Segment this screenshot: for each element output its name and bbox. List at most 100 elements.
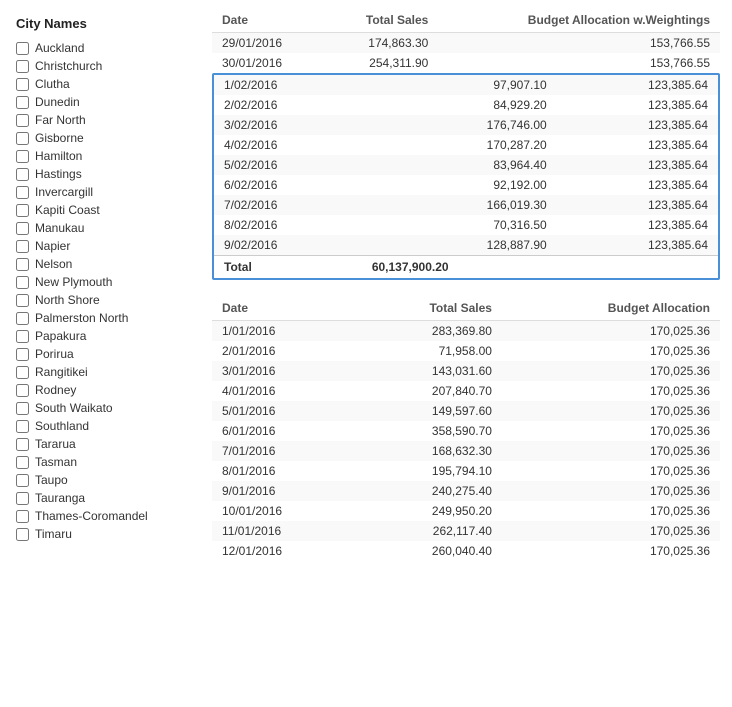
table1-cell-4-0: 5/02/2016 xyxy=(214,155,362,175)
table1-cell-6-0: 7/02/2016 xyxy=(214,195,362,215)
sidebar-label-14: North Shore xyxy=(35,293,100,307)
sidebar-checkbox-7[interactable] xyxy=(16,168,29,181)
table2-row-4: 5/01/2016149,597.60170,025.36 xyxy=(212,401,720,421)
sidebar-item-dunedin[interactable]: Dunedin xyxy=(8,93,208,111)
sidebar-checkbox-25[interactable] xyxy=(16,492,29,505)
sidebar-checkbox-27[interactable] xyxy=(16,528,29,541)
table2-cell-5-0: 6/01/2016 xyxy=(212,421,355,441)
sidebar-item-north-shore[interactable]: North Shore xyxy=(8,291,208,309)
sidebar-label-8: Invercargill xyxy=(35,185,93,199)
table2-row-6: 7/01/2016168,632.30170,025.36 xyxy=(212,441,720,461)
table2-header-budget: Budget Allocation xyxy=(502,296,720,321)
sidebar-checkbox-14[interactable] xyxy=(16,294,29,307)
sidebar-item-kapiti-coast[interactable]: Kapiti Coast xyxy=(8,201,208,219)
table2-cell-3-1: 207,840.70 xyxy=(355,381,502,401)
sidebar-checkbox-13[interactable] xyxy=(16,276,29,289)
sidebar-checkbox-18[interactable] xyxy=(16,366,29,379)
table2-cell-7-2: 170,025.36 xyxy=(502,461,720,481)
main-container: City Names AucklandChristchurchCluthaDun… xyxy=(0,0,732,707)
sidebar-item-taupo[interactable]: Taupo xyxy=(8,471,208,489)
table2-cell-1-2: 170,025.36 xyxy=(502,341,720,361)
sidebar-item-gisborne[interactable]: Gisborne xyxy=(8,129,208,147)
sidebar-label-10: Manukau xyxy=(35,221,84,235)
sidebar-label-13: New Plymouth xyxy=(35,275,112,289)
sidebar-item-papakura[interactable]: Papakura xyxy=(8,327,208,345)
sidebar-item-tasman[interactable]: Tasman xyxy=(8,453,208,471)
sidebar-item-timaru[interactable]: Timaru xyxy=(8,525,208,543)
sidebar-checkbox-11[interactable] xyxy=(16,240,29,253)
sidebar-item-manukau[interactable]: Manukau xyxy=(8,219,208,237)
table2-cell-0-2: 170,025.36 xyxy=(502,321,720,342)
table1-header-sales: Total Sales xyxy=(324,8,439,33)
table1-cell-3-1: 170,287.20 xyxy=(362,135,557,155)
table1-row-3: 4/02/2016170,287.20123,385.64 xyxy=(214,135,718,155)
sidebar-checkbox-16[interactable] xyxy=(16,330,29,343)
table1-cell-3-2: 123,385.64 xyxy=(557,135,718,155)
sidebar-checkbox-1[interactable] xyxy=(16,60,29,73)
sidebar-checkbox-5[interactable] xyxy=(16,132,29,145)
sidebar-checkbox-19[interactable] xyxy=(16,384,29,397)
sidebar-item-far-north[interactable]: Far North xyxy=(8,111,208,129)
table2-cell-1-0: 2/01/2016 xyxy=(212,341,355,361)
sidebar-item-south-waikato[interactable]: South Waikato xyxy=(8,399,208,417)
sidebar-checkbox-26[interactable] xyxy=(16,510,29,523)
sidebar-checkbox-10[interactable] xyxy=(16,222,29,235)
sidebar-item-napier[interactable]: Napier xyxy=(8,237,208,255)
table2-container: Date Total Sales Budget Allocation 1/01/… xyxy=(212,296,720,561)
sidebar-checkbox-2[interactable] xyxy=(16,78,29,91)
sidebar-checkbox-17[interactable] xyxy=(16,348,29,361)
table1-cell-7-2: 123,385.64 xyxy=(557,215,718,235)
sidebar-checkbox-20[interactable] xyxy=(16,402,29,415)
table2-cell-0-0: 1/01/2016 xyxy=(212,321,355,342)
sidebar-item-hastings[interactable]: Hastings xyxy=(8,165,208,183)
sidebar-item-tararua[interactable]: Tararua xyxy=(8,435,208,453)
table2-cell-1-1: 71,958.00 xyxy=(355,341,502,361)
sidebar-checkbox-23[interactable] xyxy=(16,456,29,469)
sidebar-checkbox-24[interactable] xyxy=(16,474,29,487)
table1-partial-cell-1-2: 153,766.55 xyxy=(438,53,720,73)
sidebar-item-invercargill[interactable]: Invercargill xyxy=(8,183,208,201)
sidebar-item-nelson[interactable]: Nelson xyxy=(8,255,208,273)
sidebar-item-rodney[interactable]: Rodney xyxy=(8,381,208,399)
table2-cell-7-0: 8/01/2016 xyxy=(212,461,355,481)
table2-row-7: 8/01/2016195,794.10170,025.36 xyxy=(212,461,720,481)
sidebar-item-southland[interactable]: Southland xyxy=(8,417,208,435)
table1-cell-5-1: 92,192.00 xyxy=(362,175,557,195)
sidebar-checkbox-8[interactable] xyxy=(16,186,29,199)
table2-cell-11-0: 12/01/2016 xyxy=(212,541,355,561)
sidebar-checkbox-6[interactable] xyxy=(16,150,29,163)
sidebar-checkbox-22[interactable] xyxy=(16,438,29,451)
sidebar-item-new-plymouth[interactable]: New Plymouth xyxy=(8,273,208,291)
sidebar-checkbox-15[interactable] xyxy=(16,312,29,325)
sidebar-checkbox-21[interactable] xyxy=(16,420,29,433)
sidebar-checkbox-0[interactable] xyxy=(16,42,29,55)
table2-row-8: 9/01/2016240,275.40170,025.36 xyxy=(212,481,720,501)
sidebar-label-15: Palmerston North xyxy=(35,311,128,325)
total-label: Total xyxy=(214,256,362,279)
table1-cell-7-1: 70,316.50 xyxy=(362,215,557,235)
table2-cell-4-0: 5/01/2016 xyxy=(212,401,355,421)
table1-cell-4-2: 123,385.64 xyxy=(557,155,718,175)
sidebar-item-rangitikei[interactable]: Rangitikei xyxy=(8,363,208,381)
sidebar-checkbox-4[interactable] xyxy=(16,114,29,127)
table1-partial: Date Total Sales Budget Allocation w.Wei… xyxy=(212,8,720,73)
sidebar-label-7: Hastings xyxy=(35,167,82,181)
sidebar-item-auckland[interactable]: Auckland xyxy=(8,39,208,57)
sidebar-checkbox-12[interactable] xyxy=(16,258,29,271)
sidebar-item-hamilton[interactable]: Hamilton xyxy=(8,147,208,165)
sidebar-checkbox-9[interactable] xyxy=(16,204,29,217)
sidebar-item-tauranga[interactable]: Tauranga xyxy=(8,489,208,507)
sidebar-item-porirua[interactable]: Porirua xyxy=(8,345,208,363)
sidebar-item-palmerston-north[interactable]: Palmerston North xyxy=(8,309,208,327)
table1-cell-8-1: 128,887.90 xyxy=(362,235,557,256)
sidebar-item-thames-coromandel[interactable]: Thames-Coromandel xyxy=(8,507,208,525)
table1-row-7: 8/02/201670,316.50123,385.64 xyxy=(214,215,718,235)
sidebar-checkbox-3[interactable] xyxy=(16,96,29,109)
table1-cell-6-2: 123,385.64 xyxy=(557,195,718,215)
sidebar-item-clutha[interactable]: Clutha xyxy=(8,75,208,93)
table1-cell-6-1: 166,019.30 xyxy=(362,195,557,215)
table1-row-1: 2/02/201684,929.20123,385.64 xyxy=(214,95,718,115)
sidebar-item-christchurch[interactable]: Christchurch xyxy=(8,57,208,75)
sidebar-label-21: Southland xyxy=(35,419,89,433)
table1-cell-1-2: 123,385.64 xyxy=(557,95,718,115)
